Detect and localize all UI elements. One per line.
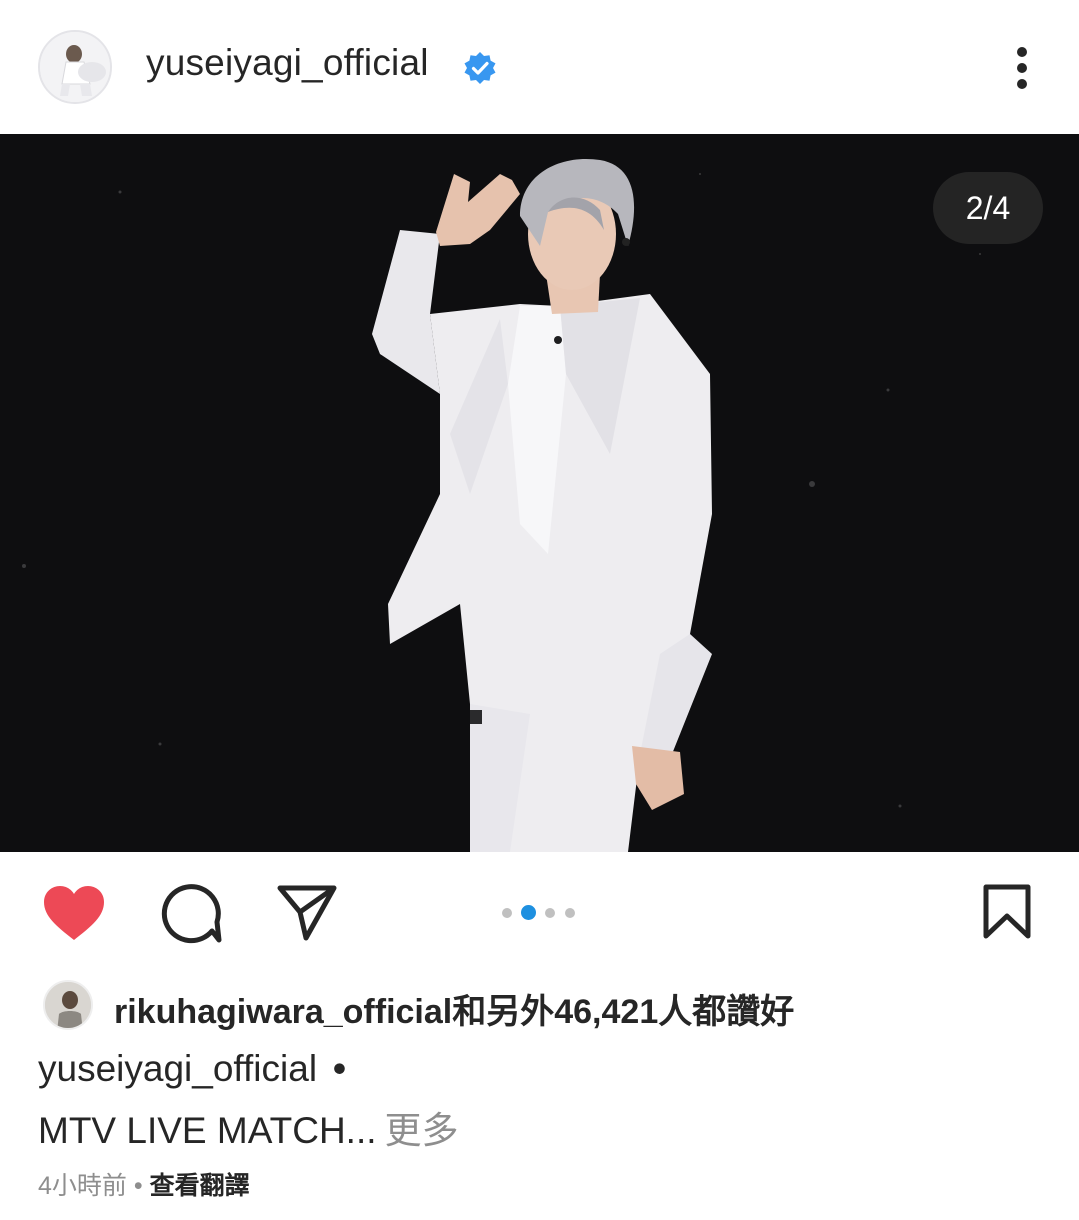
- comment-icon[interactable]: [160, 884, 222, 944]
- caption-separator: •: [333, 1048, 347, 1089]
- paper-plane-icon[interactable]: [276, 884, 338, 942]
- post-actions: [0, 852, 1079, 972]
- verified-badge-icon: [464, 52, 496, 84]
- heart-filled-icon[interactable]: [42, 884, 106, 942]
- see-translation-link[interactable]: 查看翻譯: [150, 1172, 250, 1200]
- likes-suffix: 人都讚好: [658, 993, 795, 1031]
- post-time: 4小時前: [38, 1172, 127, 1200]
- post-header: yuseiyagi_official: [0, 0, 1079, 134]
- carousel-dot: [565, 908, 575, 918]
- post-image[interactable]: 2/4: [0, 134, 1079, 852]
- profile-avatar[interactable]: [38, 30, 112, 104]
- likes-count[interactable]: 46,421: [554, 993, 658, 1031]
- post-photo: [0, 134, 1079, 852]
- bookmark-icon[interactable]: [982, 884, 1032, 940]
- liker-username[interactable]: rikuhagiwara_official: [114, 993, 452, 1031]
- avatar-image: [40, 32, 110, 102]
- caption-text: MTV LIVE MATCH...: [38, 1110, 377, 1151]
- liker-avatar-image: [45, 982, 91, 1028]
- image-counter: 2/4: [933, 172, 1043, 244]
- likes-summary: rikuhagiwara_official和另外46,421人都讚好: [0, 980, 1079, 1036]
- carousel-dot: [502, 908, 512, 918]
- post-username[interactable]: yuseiyagi_official: [146, 42, 429, 84]
- post-meta: 4小時前 • 查看翻譯: [38, 1166, 250, 1202]
- carousel-dot: [545, 908, 555, 918]
- carousel-dot-active: [521, 905, 536, 920]
- meta-separator: •: [133, 1172, 143, 1200]
- caption-more-link[interactable]: 更多: [385, 1110, 459, 1151]
- more-vertical-icon[interactable]: [1004, 44, 1040, 92]
- liker-avatar[interactable]: [43, 980, 93, 1030]
- caption-username[interactable]: yuseiyagi_official: [38, 1048, 317, 1089]
- likes-text: rikuhagiwara_official和另外46,421人都讚好: [114, 984, 794, 1033]
- caption-header: yuseiyagi_official •: [38, 1048, 346, 1090]
- likes-connector: 和另外: [452, 993, 555, 1031]
- caption: MTV LIVE MATCH... 更多: [38, 1100, 459, 1154]
